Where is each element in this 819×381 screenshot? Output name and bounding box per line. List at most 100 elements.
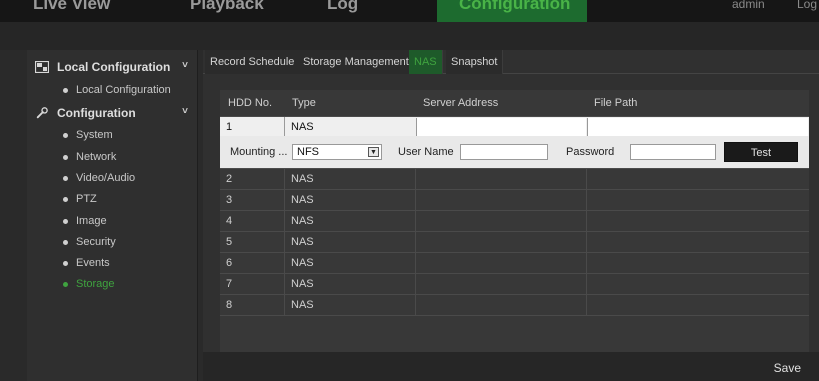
sidebar-item-system[interactable]: System <box>63 127 113 143</box>
column-divider <box>586 274 587 295</box>
tab-snapshot[interactable]: Snapshot <box>446 50 504 74</box>
column-header-server-address: Server Address <box>423 97 499 109</box>
tab-nas[interactable]: NAS <box>409 50 443 74</box>
hdd-type: NAS <box>291 173 314 185</box>
sidebar-group-configuration[interactable]: Configuration ˅ <box>27 102 198 124</box>
sidebar-group-local-configuration[interactable]: Local Configuration ˅ <box>27 56 198 78</box>
table-row[interactable]: 5 NAS <box>220 231 809 253</box>
sidebar-item-label: Video/Audio <box>76 172 136 184</box>
hdd-number: 7 <box>226 278 233 290</box>
column-divider <box>415 274 416 295</box>
bullet-icon <box>63 218 68 224</box>
file-path-input[interactable] <box>587 118 808 137</box>
wrench-icon <box>36 107 48 119</box>
dropdown-arrow-icon[interactable]: ▼ <box>368 147 379 157</box>
sidebar-item-storage[interactable]: Storage <box>63 276 115 292</box>
sidebar-item-network[interactable]: Network <box>63 149 116 165</box>
hdd-number: 8 <box>226 299 233 311</box>
nav-configuration[interactable]: Configuration <box>437 0 587 22</box>
password-label: Password <box>566 146 615 158</box>
sidebar: Local Configuration ˅ Local Configuratio… <box>27 50 198 381</box>
footer-bar: Save <box>203 352 819 381</box>
table-row[interactable]: 7 NAS <box>220 273 809 295</box>
hdd-number: 3 <box>226 194 233 206</box>
table-row[interactable]: 3 NAS <box>220 189 809 211</box>
password-input[interactable] <box>630 144 716 160</box>
server-address-input[interactable] <box>416 118 586 137</box>
hdd-number: 6 <box>226 257 233 269</box>
bullet-icon <box>63 281 68 287</box>
user-name[interactable]: admin <box>732 0 765 11</box>
hdd-number: 4 <box>226 215 233 227</box>
column-divider <box>586 211 587 232</box>
mounting-protocol-value: NFS <box>297 146 319 158</box>
username-label: User Name <box>398 146 454 158</box>
hdd-type: NAS <box>291 299 314 311</box>
column-divider <box>415 211 416 232</box>
column-divider <box>586 295 587 316</box>
table-row[interactable]: 6 NAS <box>220 252 809 274</box>
table-row[interactable]: 4 NAS <box>220 210 809 232</box>
sidebar-item-label: Security <box>76 236 116 248</box>
mounting-label: Mounting ... <box>230 146 288 158</box>
sidebar-item-label: Local Configuration <box>76 84 171 96</box>
sidebar-item-ptz[interactable]: PTZ <box>63 191 97 207</box>
header-spacer <box>0 22 819 50</box>
tab-record-schedule[interactable]: Record Schedule <box>205 50 301 74</box>
nas-table: HDD No. Type Server Address File Path 1 … <box>220 90 809 380</box>
bullet-icon <box>63 154 68 160</box>
save-button[interactable]: Save <box>774 361 801 375</box>
column-header-file-path: File Path <box>594 97 638 109</box>
test-button[interactable]: Test <box>724 142 798 162</box>
column-divider <box>415 253 416 274</box>
top-navigation: Live View Playback Log Configuration adm… <box>0 0 819 22</box>
bullet-icon <box>63 175 68 181</box>
column-header-hdd-no: HDD No. <box>228 97 273 109</box>
hdd-type: NAS <box>291 215 314 227</box>
sidebar-item-label: Storage <box>76 278 115 290</box>
mounting-protocol-select[interactable]: NFS ▼ <box>292 144 382 160</box>
column-divider <box>415 169 416 190</box>
column-divider <box>586 169 587 190</box>
table-row[interactable]: 1 NAS <box>220 116 809 138</box>
hdd-number: 2 <box>226 173 233 185</box>
local-config-icon <box>35 61 49 73</box>
sidebar-item-label: Image <box>76 215 107 227</box>
bullet-icon <box>63 87 68 93</box>
bullet-icon <box>63 260 68 266</box>
sidebar-item-image[interactable]: Image <box>63 213 107 229</box>
hdd-number: 5 <box>226 236 233 248</box>
table-bottom-border <box>220 315 809 316</box>
nav-playback[interactable]: Playback <box>190 0 264 14</box>
hdd-type: NAS <box>291 257 314 269</box>
tab-storage-management[interactable]: Storage Management <box>298 50 415 74</box>
nav-live-view[interactable]: Live View <box>33 0 110 14</box>
column-divider <box>586 253 587 274</box>
table-row[interactable]: 2 NAS <box>220 168 809 190</box>
sidebar-item-video-audio[interactable]: Video/Audio <box>63 170 135 186</box>
column-header-type: Type <box>292 97 316 109</box>
logout-link[interactable]: Log <box>797 0 817 11</box>
column-divider <box>586 190 587 211</box>
sidebar-item-label: Network <box>76 151 117 163</box>
hdd-number: 1 <box>226 121 233 133</box>
sidebar-item-security[interactable]: Security <box>63 234 116 250</box>
nav-configuration-label: Configuration <box>459 0 571 13</box>
username-input[interactable] <box>460 144 548 160</box>
sidebar-item-label: PTZ <box>76 193 97 205</box>
tab-bar: Record Schedule Storage Management NAS S… <box>203 50 819 74</box>
hdd-type: NAS <box>291 194 314 206</box>
chevron-down-icon: ˅ <box>182 60 188 71</box>
table-row[interactable]: 8 NAS <box>220 294 809 316</box>
chevron-down-icon: ˅ <box>182 106 188 117</box>
sidebar-item-events[interactable]: Events <box>63 255 110 271</box>
column-divider <box>415 232 416 253</box>
nav-log[interactable]: Log <box>327 0 358 14</box>
sidebar-item-local-configuration[interactable]: Local Configuration <box>63 82 171 98</box>
hdd-type: NAS <box>291 236 314 248</box>
sidebar-item-label: System <box>76 129 113 141</box>
column-divider <box>415 190 416 211</box>
column-divider <box>586 232 587 253</box>
bullet-icon <box>63 196 68 202</box>
hdd-type: NAS <box>291 278 314 290</box>
